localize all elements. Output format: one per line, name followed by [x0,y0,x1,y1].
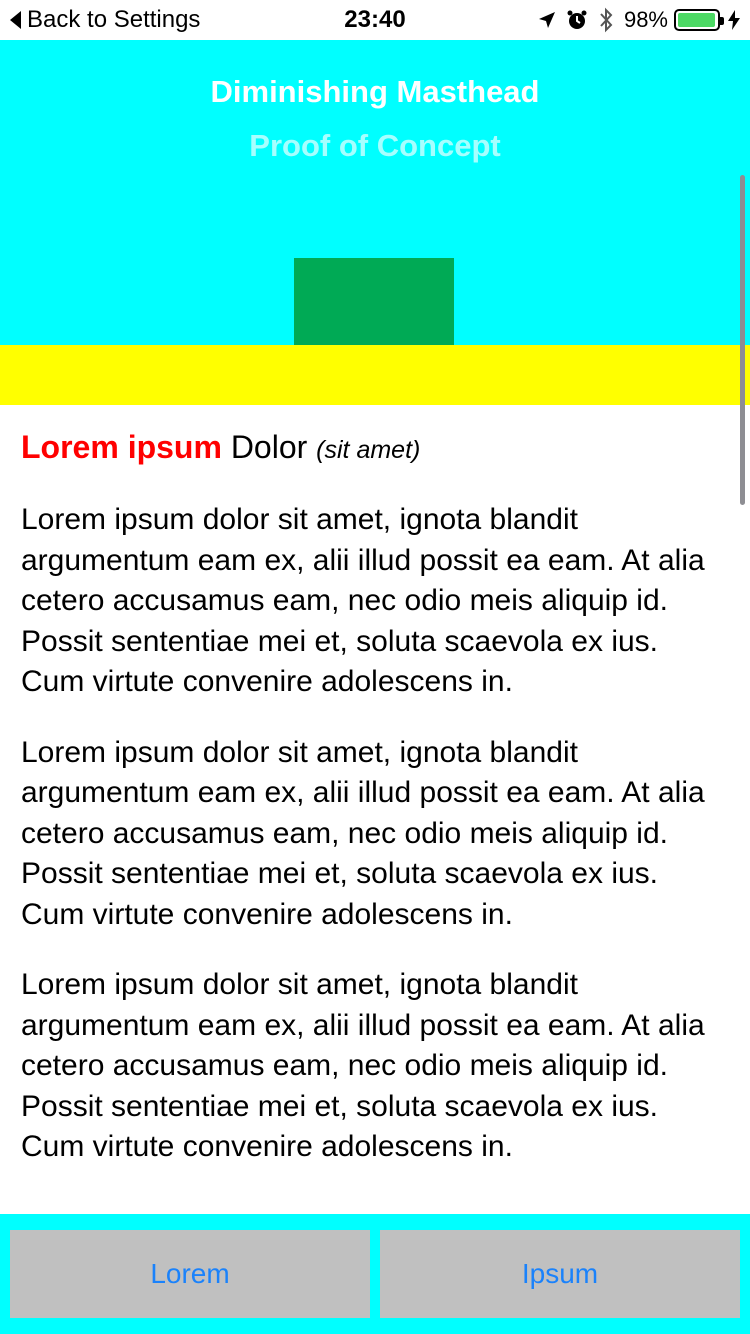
heading-red-text: Lorem ipsum [21,429,222,465]
masthead-subtitle: Proof of Concept [249,128,501,163]
status-bar: Back to Settings 23:40 98% [0,0,750,40]
yellow-band [0,345,750,405]
article-paragraph: Lorem ipsum dolor sit amet, ignota bland… [21,503,705,698]
bottom-toolbar: Lorem Ipsum [0,1214,750,1334]
article-paragraph: Lorem ipsum dolor sit amet, ignota bland… [21,968,705,1163]
scroll-indicator[interactable] [740,175,745,505]
charging-bolt-icon [728,10,740,30]
ipsum-button[interactable]: Ipsum [380,1230,740,1318]
masthead: Diminishing Masthead Proof of Concept [0,40,750,345]
alarm-clock-icon [566,9,588,31]
article-content[interactable]: Lorem ipsum Dolor (sit amet) Lorem ipsum… [21,405,721,1214]
heading-plain-text: Dolor [230,429,308,465]
battery-icon [674,9,724,31]
article-heading: Lorem ipsum Dolor (sit amet) [21,427,721,470]
status-indicators: 98% [538,6,740,34]
heading-italic-text: (sit amet) [316,436,421,464]
masthead-green-block [294,258,454,345]
lorem-button[interactable]: Lorem [10,1230,370,1318]
masthead-title: Diminishing Masthead [210,74,540,109]
location-arrow-icon [538,11,556,29]
article-paragraph: Lorem ipsum dolor sit amet, ignota bland… [21,735,705,931]
battery-percent: 98% [623,7,668,32]
bluetooth-icon [598,7,614,33]
